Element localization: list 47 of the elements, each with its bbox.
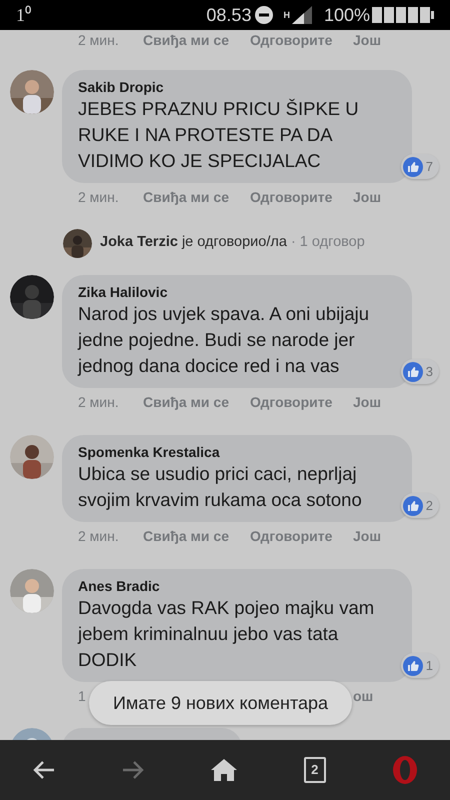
- like-link[interactable]: Свиђа ми се: [143, 188, 229, 204]
- thumbs-up-icon: [402, 656, 423, 676]
- author-name[interactable]: Sakib Dropic: [78, 78, 392, 96]
- timestamp: 2 мин.: [78, 394, 119, 410]
- reply-link[interactable]: Одговорите: [250, 188, 332, 204]
- do-not-disturb-icon: [255, 6, 274, 24]
- thumbs-up-icon: [402, 496, 423, 516]
- timestamp: 2 мин.: [78, 188, 119, 204]
- timestamp: 2 мин.: [78, 528, 119, 544]
- author-name[interactable]: Spomenka Krestalica: [78, 443, 392, 461]
- reply-link[interactable]: Одговорите: [250, 394, 332, 410]
- comment-text: Ubica se usudio prici caci, neprljaj svojim krvavim rukama oca sotono: [78, 462, 363, 512]
- reply-link[interactable]: Одговорите: [250, 32, 332, 48]
- more-link[interactable]: Још: [353, 32, 382, 48]
- reaction-count[interactable]: 1: [400, 653, 439, 678]
- reaction-count[interactable]: 2: [400, 493, 439, 518]
- more-link[interactable]: Још: [353, 528, 382, 544]
- battery-percent: 100%: [324, 4, 370, 26]
- timestamp: 1: [78, 688, 86, 704]
- thumbs-up-icon: [402, 156, 423, 176]
- clock: 08.53: [206, 4, 252, 26]
- forward-icon[interactable]: [122, 760, 144, 780]
- thumbs-up-icon: [402, 362, 423, 382]
- comment-text: Narod jos uvjek spava. A oni ubijaju jedne pojedne. Budi se narode jer jednog dana docice red i na vas: [78, 302, 370, 378]
- battery-icon: [372, 7, 434, 23]
- reaction-count[interactable]: 7: [400, 154, 439, 179]
- like-link[interactable]: Свиђа ми се: [143, 528, 229, 544]
- back-icon[interactable]: [33, 760, 56, 780]
- like-link[interactable]: Свиђа ми се: [143, 394, 229, 410]
- reply-summary[interactable]: Joka Terzic је одговорио/ла · 1 одговор: [100, 232, 365, 254]
- network-type: H: [283, 10, 290, 20]
- more-link[interactable]: Још: [353, 188, 382, 204]
- reply-link[interactable]: Одговорите: [250, 528, 332, 544]
- comment-text: Davogda vas RAK pojeo majku vam jebem kriminalnuu jebo vas tata DODIK: [78, 596, 376, 672]
- like-link[interactable]: Свиђа ми се: [143, 32, 229, 48]
- author-name[interactable]: Anes Bradic: [78, 577, 392, 595]
- reaction-count[interactable]: 3: [400, 359, 439, 384]
- comment-text: JEBES PRAZNU PRICU ŠIPKE U RUKE I NA PROTESTE PA DA VIDIMO KO JE SPECIJALAC: [78, 97, 360, 173]
- timestamp: 2 мин.: [78, 32, 119, 48]
- notification-text: 1⁰: [16, 4, 31, 26]
- new-comments-toast[interactable]: Имате 9 нових коментара: [89, 681, 352, 725]
- more-link[interactable]: Још: [353, 394, 382, 410]
- home-icon[interactable]: [210, 759, 237, 781]
- more-link[interactable]: ош: [353, 688, 374, 704]
- signal-icon: [292, 6, 312, 24]
- tabs-button[interactable]: 2: [304, 757, 326, 783]
- author-name[interactable]: Zika Halilovic: [78, 283, 392, 301]
